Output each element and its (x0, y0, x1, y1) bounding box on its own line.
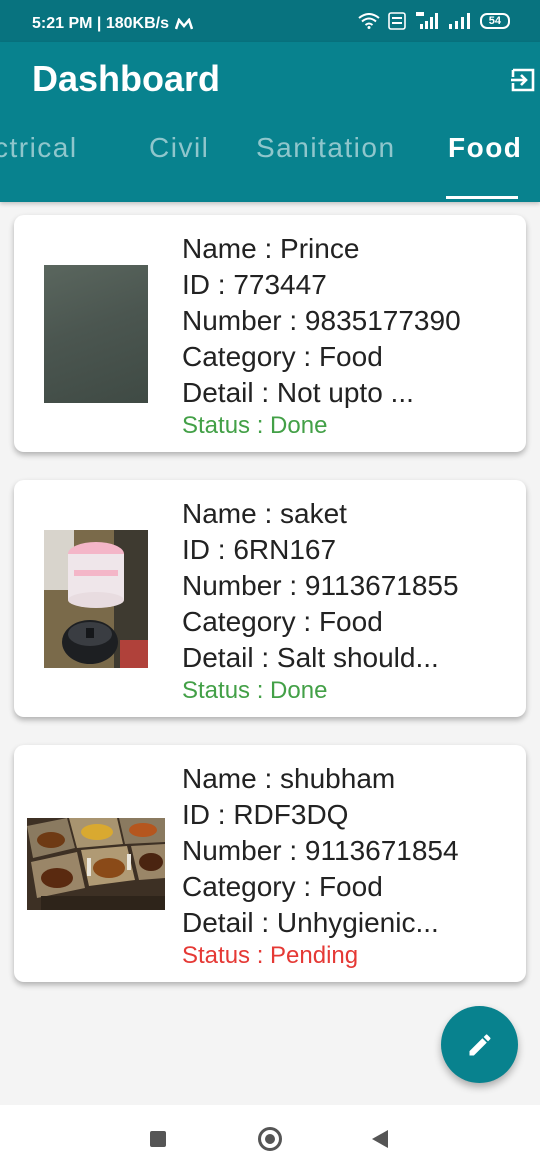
category-tabs: Electrical Civil Sanitation Food (0, 128, 540, 168)
recents-icon[interactable] (150, 1131, 166, 1147)
complaint-card[interactable]: Name : Prince ID : 773447 Number : 98351… (14, 215, 526, 452)
card-number: Number : 9113671854 (182, 835, 459, 866)
status-badge: Status : Pending (182, 942, 359, 969)
wifi-icon (358, 13, 380, 29)
card-name: Name : shubham (182, 763, 396, 794)
card-name: Name : saket (182, 498, 347, 529)
status-badge: Status : Done (182, 412, 328, 439)
status-time: 5:21 PM | 180KB/s (32, 15, 169, 32)
home-icon[interactable] (258, 1127, 282, 1151)
tab-indicator (446, 196, 518, 199)
card-category: Category : Food (182, 606, 383, 637)
volte-icon (387, 12, 406, 30)
tab-sanitation[interactable]: Sanitation (256, 132, 396, 164)
card-category: Category : Food (182, 341, 383, 372)
card-id: ID : 773447 (182, 269, 327, 300)
card-detail: Detail : Salt should... (182, 642, 439, 673)
tab-civil[interactable]: Civil (149, 132, 209, 164)
signal-icon (448, 13, 470, 29)
status-bar: 5:21 PM | 180KB/s 54 (0, 0, 540, 42)
complaint-photo (27, 818, 165, 910)
card-detail: Detail : Unhygienic... (182, 907, 439, 938)
app-bar: Dashboard Electrical Civil Sanitation Fo… (0, 42, 540, 202)
complaint-photo (44, 530, 148, 668)
status-icons: 54 (358, 12, 510, 30)
card-id: ID : 6RN167 (182, 534, 337, 565)
system-nav-bar (0, 1105, 540, 1170)
card-name: Name : Prince (182, 233, 360, 264)
status-badge: Status : Done (182, 677, 328, 704)
complaint-card[interactable]: Name : shubham ID : RDF3DQ Number : 9113… (14, 745, 526, 982)
card-category: Category : Food (182, 871, 383, 902)
back-icon[interactable] (372, 1130, 388, 1148)
card-number: Number : 9113671855 (182, 570, 459, 601)
tab-electrical[interactable]: Electrical (0, 132, 78, 164)
pencil-icon (469, 1033, 491, 1055)
card-id: ID : RDF3DQ (182, 799, 349, 830)
tab-food[interactable]: Food (448, 132, 522, 164)
edit-fab-button[interactable] (441, 1006, 518, 1083)
page-title: Dashboard (32, 58, 221, 99)
card-detail: Detail : Not upto ... (182, 377, 414, 408)
complaint-photo (44, 265, 148, 403)
m-logo-icon (175, 18, 193, 30)
card-number: Number : 9835177390 (182, 305, 461, 336)
complaint-card[interactable]: Name : saket ID : 6RN167 Number : 911367… (14, 480, 526, 717)
logout-icon[interactable] (509, 66, 537, 94)
signal-4g-icon (415, 12, 438, 29)
battery-icon: 54 (479, 13, 510, 29)
